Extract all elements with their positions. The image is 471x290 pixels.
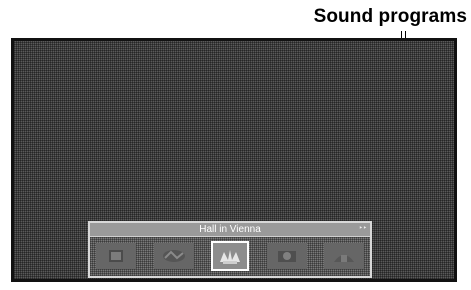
sound-programs-callout: Sound programs	[313, 6, 467, 27]
program-thumbnail-5-icon	[334, 255, 354, 262]
resize-icon: ‣‣	[358, 225, 367, 232]
program-thumbnail-1[interactable]	[96, 243, 136, 269]
program-title: Hall in Vienna	[199, 224, 261, 235]
program-thumbnail-5[interactable]	[324, 243, 364, 269]
program-thumbnail-1-icon	[109, 250, 123, 262]
program-thumbnail-hall-in-vienna[interactable]	[211, 241, 249, 271]
program-thumbnail-4[interactable]	[266, 243, 307, 269]
program-title-bar: Hall in Vienna ‣‣	[90, 223, 370, 237]
program-thumbnail-2-icon	[162, 250, 185, 262]
hall-in-vienna-icon	[220, 250, 240, 264]
tv-screen: Hall in Vienna ‣‣	[11, 38, 457, 282]
program-thumbnail-2[interactable]	[153, 243, 194, 269]
sound-program-overlay: Hall in Vienna ‣‣	[88, 221, 372, 278]
program-strip	[96, 240, 364, 272]
program-thumbnail-4-icon	[277, 251, 296, 262]
